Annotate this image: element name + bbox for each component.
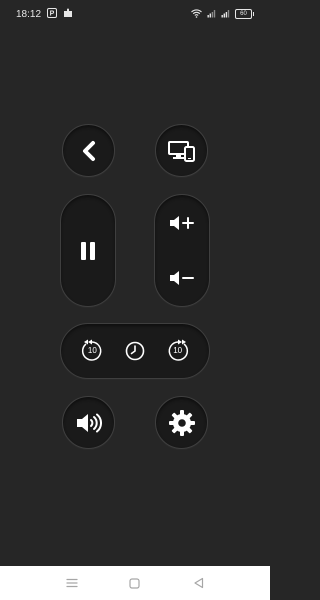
volume-down-icon (169, 270, 195, 286)
sleep-timer-button[interactable] (115, 331, 155, 371)
system-nav-bar (0, 566, 270, 600)
p-app-icon: P (47, 7, 58, 21)
gear-icon (168, 409, 196, 437)
cellular-signal-icon (221, 5, 230, 23)
home-square-icon (129, 577, 141, 589)
back-triangle-icon (193, 577, 204, 589)
menu-icon (66, 578, 78, 588)
forward-10-label: 10 (173, 346, 183, 355)
speaker-icon (76, 412, 102, 434)
rewind-10-label: 10 (87, 346, 97, 355)
play-pause-button[interactable] (60, 194, 116, 307)
system-back-button[interactable] (186, 571, 210, 595)
chevron-left-icon (80, 140, 98, 162)
forward-10-button[interactable]: 10 (158, 331, 198, 371)
settings-button[interactable] (155, 396, 208, 449)
back-button[interactable] (62, 124, 115, 177)
volume-down-button[interactable] (155, 251, 209, 307)
volume-up-button[interactable] (155, 195, 209, 251)
clock-icon (125, 341, 145, 361)
rewind-10-icon: 10 (80, 339, 104, 363)
puzzle-icon (63, 8, 73, 21)
svg-text:P: P (50, 10, 55, 17)
status-bar: 18:12 P 60 (0, 0, 270, 28)
rewind-10-button[interactable]: 10 (72, 331, 112, 371)
pause-icon (79, 240, 97, 262)
recent-apps-button[interactable] (60, 571, 84, 595)
status-time: 18:12 (16, 8, 42, 20)
devices-icon (167, 140, 196, 162)
battery-icon: 60 (235, 9, 254, 19)
status-right: 60 (191, 5, 254, 23)
volume-up-icon (169, 215, 195, 231)
cellular-signal-icon (207, 5, 216, 23)
speaker-button[interactable] (62, 396, 115, 449)
status-left: 18:12 P (16, 7, 73, 21)
volume-control (154, 194, 210, 307)
forward-10-icon: 10 (166, 339, 190, 363)
battery-level: 60 (235, 9, 252, 19)
cast-button[interactable] (155, 124, 208, 177)
wifi-icon (191, 5, 202, 23)
seek-control: 10 10 (60, 323, 210, 379)
home-button[interactable] (123, 571, 147, 595)
